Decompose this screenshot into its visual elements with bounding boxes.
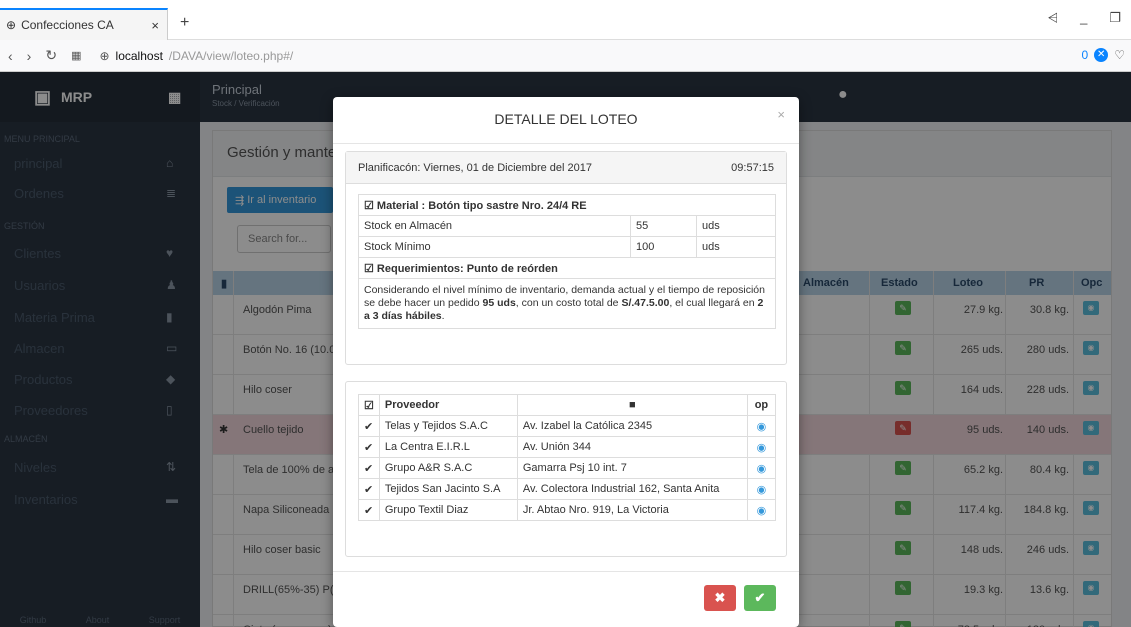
check-icon: ✔ — [358, 478, 380, 500]
req-text: , el cual llegará en — [669, 297, 758, 309]
provider-name: Tejidos San Jacinto S.A — [378, 478, 518, 500]
eye-icon[interactable]: ◉ — [746, 499, 777, 521]
address-bar[interactable]: ⊕ localhost/DAVA/view/loteo.php#/ — [99, 49, 293, 63]
providers-table: ☑ Proveedor ■ op ✔ Telas y Tejidos S.A.C A… — [358, 394, 777, 521]
restore-button[interactable]: ❐ — [1109, 10, 1121, 26]
check-square-icon: ☑ — [364, 199, 377, 212]
tab-list-icon[interactable]: ⩤ — [1048, 10, 1058, 26]
provider-row: ✔ Grupo Textil Diaz Jr. Abtao Nro. 919, La… — [358, 499, 777, 521]
req-text: . — [441, 310, 445, 322]
provider-address: Gamarra Psj 10 int. 7 — [516, 457, 748, 479]
badge-count: 0 — [1081, 48, 1089, 62]
check-icon: ✔ — [358, 436, 380, 458]
min-stock-unit: uds — [696, 236, 776, 258]
modal-title: DETALLE DEL LOTEO — [494, 111, 638, 127]
provider-address: Av. Unión 344 — [516, 436, 748, 458]
tab-title: Confecciones CA — [21, 18, 114, 32]
browser-nav-bar: ‹ › ↻ ▦ ⊕ localhost/DAVA/view/loteo.php#… — [0, 40, 1131, 72]
material-table: ☑ Material : Botón tipo sastre Nro. 24/4… — [358, 194, 776, 329]
provider-name: Grupo Textil Diaz — [378, 499, 518, 521]
stock-unit: uds — [696, 215, 776, 237]
stock-value: 55 — [630, 215, 697, 237]
eye-icon[interactable]: ◉ — [746, 457, 777, 479]
heart-icon[interactable]: ♡ — [1114, 48, 1125, 62]
window-controls: ⩤ _ ❐ — [1048, 10, 1121, 26]
apps-icon[interactable]: ▦ — [71, 49, 81, 62]
planning-header: Planificacón: Viernes, 01 de Diciembre d… — [346, 152, 786, 184]
minimize-button[interactable]: _ — [1080, 10, 1087, 26]
new-tab-button[interactable]: + — [180, 14, 189, 32]
col-op: op — [746, 394, 777, 416]
provider-address: Av. Colectora Industrial 162, Santa Anit… — [516, 478, 748, 500]
check-square-icon: ☑ — [358, 394, 380, 416]
provider-name: Telas y Tejidos S.A.C — [378, 415, 518, 437]
shield-icon[interactable]: ✕ — [1094, 48, 1109, 62]
check-icon: ✔ — [358, 499, 380, 521]
min-stock-label: Stock Mínimo — [358, 236, 631, 258]
col-proveedor: Proveedor — [378, 394, 518, 416]
req-text: , con un costo total de — [515, 297, 622, 309]
provider-name: La Centra E.I.R.L — [378, 436, 518, 458]
material-panel: Planificacón: Viernes, 01 de Diciembre d… — [345, 151, 787, 365]
check-icon: ✔ — [358, 415, 380, 437]
tab-close-icon[interactable]: × — [151, 18, 159, 33]
eye-icon[interactable]: ◉ — [746, 436, 777, 458]
provider-row: ✔ Grupo A&R S.A.C Gamarra Psj 10 int. 7 ◉ — [358, 457, 777, 479]
provider-row: ✔ Telas y Tejidos S.A.C Av. Izabel la Cató… — [358, 415, 777, 437]
provider-name: Grupo A&R S.A.C — [378, 457, 518, 479]
planning-date: Planificacón: Viernes, 01 de Diciembre d… — [358, 162, 592, 174]
back-icon[interactable]: ‹ — [8, 48, 13, 64]
provider-row: ✔ La Centra E.I.R.L Av. Unión 344 ◉ — [358, 436, 777, 458]
site-info-icon[interactable]: ⊕ — [99, 49, 109, 63]
confirm-button[interactable]: ✔ — [744, 585, 776, 611]
req-cost: S/.47.5.00 — [621, 297, 670, 309]
address-bar-actions: 0 ✕ ♡ — [1082, 48, 1125, 62]
url-host: localhost — [115, 48, 163, 63]
cancel-button[interactable]: ✖ — [704, 585, 736, 611]
check-icon: ✔ — [358, 457, 380, 479]
modal-actions: ✖ ✔ — [704, 585, 776, 611]
req-qty: 95 uds — [482, 297, 516, 309]
lot-detail-modal: DETALLE DEL LOTEO × Planificacón: Vierne… — [333, 97, 799, 627]
url-path: /DAVA/view/loteo.php#/ — [168, 48, 294, 63]
browser-tab-bar: ⊕ Confecciones CA × + ⩤ _ ❐ — [0, 0, 1131, 40]
provider-address: Jr. Abtao Nro. 919, La Victoria — [516, 499, 748, 521]
reload-icon[interactable]: ↻ — [45, 47, 57, 64]
folder-icon: ■ — [516, 394, 748, 416]
providers-panel: ☑ Proveedor ■ op ✔ Telas y Tejidos S.A.C A… — [345, 381, 787, 557]
min-stock-value: 100 — [630, 236, 697, 258]
stock-label: Stock en Almacén — [358, 215, 631, 237]
requirements-text: Considerando el nivel mínimo de inventar… — [358, 278, 776, 329]
check-square-icon: ☑ — [364, 262, 377, 275]
provider-address: Av. Izabel la Católica 2345 — [516, 415, 748, 437]
browser-tab[interactable]: ⊕ Confecciones CA × — [0, 8, 168, 40]
modal-close-icon[interactable]: × — [777, 107, 785, 122]
globe-icon: ⊕ — [6, 18, 17, 32]
forward-icon[interactable]: › — [27, 48, 32, 64]
material-title: Material : Botón tipo sastre Nro. 24/4 R… — [376, 199, 587, 212]
requirements-title: Requerimientos: Punto de reórden — [376, 262, 558, 275]
planning-time: 09:57:15 — [731, 162, 774, 174]
provider-row: ✔ Tejidos San Jacinto S.A Av. Colectora In… — [358, 478, 777, 500]
eye-icon[interactable]: ◉ — [746, 415, 777, 437]
eye-icon[interactable]: ◉ — [746, 478, 777, 500]
